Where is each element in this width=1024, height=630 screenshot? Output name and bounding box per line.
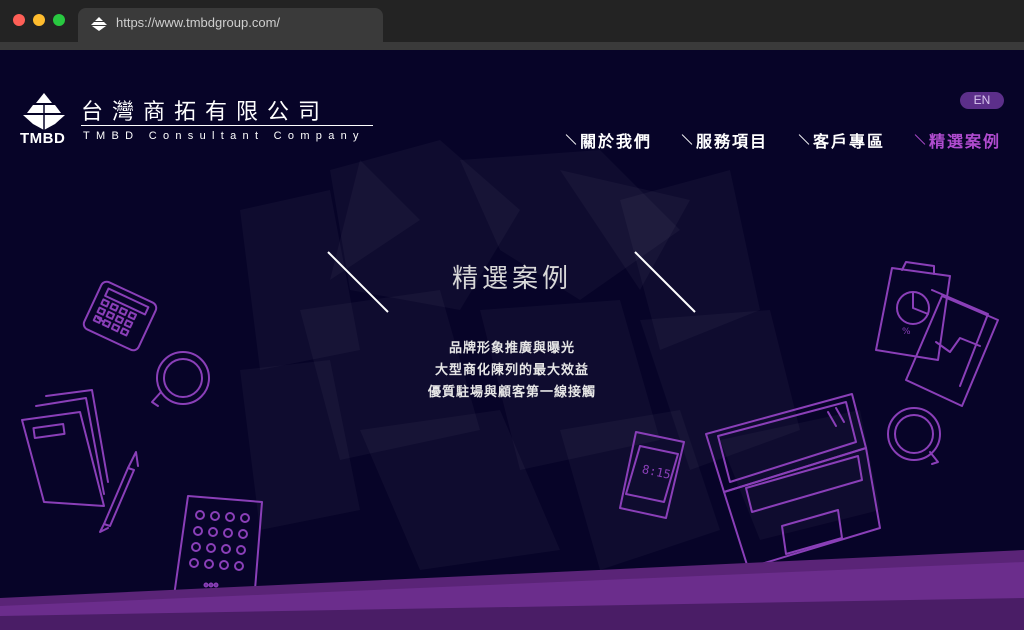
browser-chrome: https://www.tmbdgroup.com/ (0, 0, 1024, 50)
hero-title: 精選案例 (451, 264, 572, 294)
hero-description: 品牌形象推廣與曝光 大型商化陳列的最大效益 優質駐場與顧客第一線接觸 (350, 338, 674, 404)
nav-item-clients[interactable]: 客戶專區 (797, 128, 885, 152)
nav-slash-icon (680, 133, 690, 147)
language-toggle-button[interactable]: EN (960, 92, 1004, 109)
hero-line: 優質駐場與顧客第一線接觸 (427, 385, 596, 400)
minimize-window-button[interactable] (33, 14, 45, 26)
hero-line: 大型商化陳列的最大效益 (434, 363, 589, 378)
logo-chinese-name: 台灣商拓有限公司 (81, 100, 330, 125)
nav-item-label: 服務項目 (696, 132, 769, 151)
maximize-window-button[interactable] (53, 14, 65, 26)
company-logo[interactable]: TMBD 台灣商拓有限公司 TMBD Consultant Company (19, 92, 379, 152)
tmbd-favicon-icon (91, 17, 107, 31)
nav-item-label: 客戶專區 (813, 132, 886, 151)
logo-brand-text: TMBD (20, 130, 66, 147)
nav-item-services[interactable]: 服務項目 (680, 128, 768, 152)
logo-divider (81, 125, 373, 126)
nav-slash-icon (797, 133, 807, 147)
hero-line: 品牌形象推廣與曝光 (448, 341, 575, 356)
logo-english-name: TMBD Consultant Company (83, 130, 365, 142)
nav-item-cases[interactable]: 精選案例 (913, 128, 1001, 152)
toolbar-strip (0, 42, 1024, 50)
nav-slash-icon (564, 133, 574, 147)
nav-item-label: 關於我們 (580, 132, 653, 151)
nav-item-label: 精選案例 (929, 132, 1002, 151)
close-window-button[interactable] (13, 14, 25, 26)
nav-slash-icon (913, 133, 923, 147)
web-page: 8:15 % TMBD 台灣商拓有限公司 TMBD Consultant Com… (0, 50, 1024, 630)
nav-item-about[interactable]: 關於我們 (564, 128, 652, 152)
browser-tab[interactable]: https://www.tmbdgroup.com/ (78, 8, 383, 42)
address-bar-url[interactable]: https://www.tmbdgroup.com/ (116, 15, 280, 30)
tmbd-logo-icon (23, 93, 65, 130)
